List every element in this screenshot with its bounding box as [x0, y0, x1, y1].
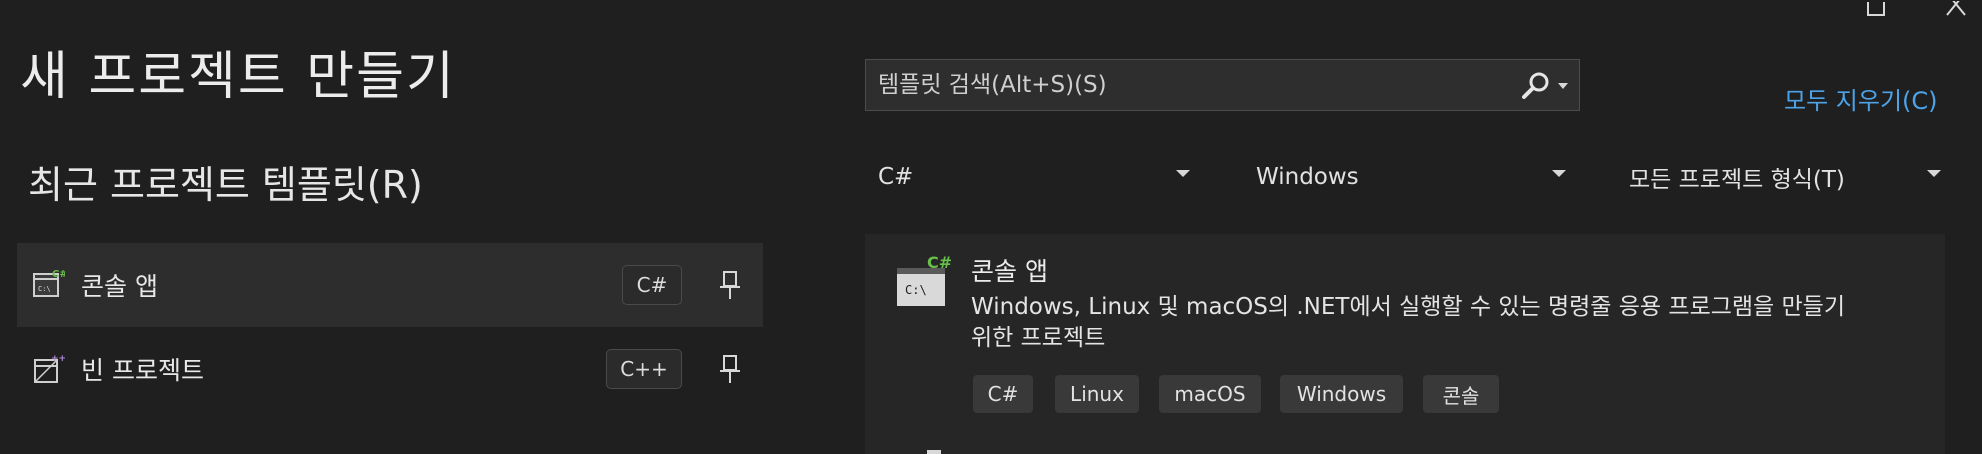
platform-filter-value: Windows — [1256, 164, 1359, 190]
template-search-box[interactable] — [865, 59, 1580, 111]
search-button[interactable] — [1521, 70, 1569, 102]
platform-filter-dropdown[interactable]: Windows — [1256, 154, 1566, 200]
chevron-down-icon — [1176, 170, 1190, 177]
svg-text:C#: C# — [52, 269, 65, 280]
template-tag: C# — [973, 375, 1033, 413]
language-filter-value: C# — [878, 164, 914, 190]
close-icon — [1946, 1, 1966, 16]
recent-template-label: 빈 프로젝트 — [81, 356, 204, 385]
template-list[interactable]: C:\ C# 콘솔 앱 Windows, Linux 및 macOS의 .NET… — [865, 234, 1945, 454]
template-search-input[interactable] — [876, 71, 1516, 99]
clear-all-link[interactable]: 모두 지우기(C) — [1784, 81, 1938, 116]
chevron-down-icon — [1552, 170, 1566, 177]
chevron-down-icon — [1927, 170, 1941, 177]
csharp-badge-text: C# — [927, 254, 951, 272]
template-tag: 콘솔 — [1423, 375, 1499, 413]
recent-template-empty-project[interactable]: ++ 빈 프로젝트 C++ — [17, 327, 763, 411]
pin-icon[interactable] — [715, 351, 745, 387]
next-template-icon-peek — [927, 450, 941, 454]
language-filter-dropdown[interactable]: C# — [878, 154, 1190, 200]
console-app-icon: C:\ C# — [897, 254, 951, 306]
chevron-down-icon — [1558, 83, 1568, 89]
recent-template-console-app[interactable]: C:\ C# 콘솔 앱 C# — [17, 243, 763, 327]
template-name: 콘솔 앱 — [971, 257, 1048, 286]
svg-text:C:\: C:\ — [38, 285, 51, 293]
template-tag: Linux — [1055, 375, 1139, 413]
recent-templates-heading: 최근 프로젝트 템플릿(R) — [28, 163, 423, 207]
page-title: 새 프로젝트 만들기 — [20, 47, 456, 107]
search-icon — [1522, 72, 1549, 99]
language-badge: C# — [622, 265, 682, 305]
language-badge: C++ — [606, 349, 682, 389]
pin-icon[interactable] — [715, 267, 745, 303]
maximize-icon — [1867, 2, 1885, 16]
maximize-button[interactable] — [1862, 0, 1890, 18]
template-description: Windows, Linux 및 macOS의 .NET에서 실행할 수 있는 … — [971, 294, 1845, 351]
close-button[interactable] — [1936, 0, 1976, 18]
template-item-console-app[interactable]: C:\ C# 콘솔 앱 Windows, Linux 및 macOS의 .NET… — [865, 234, 1945, 434]
empty-project-icon: ++ — [34, 354, 65, 383]
project-type-filter-value: 모든 프로젝트 형식(T) — [1629, 167, 1845, 193]
template-tag: macOS — [1159, 375, 1261, 413]
template-tag: Windows — [1280, 375, 1403, 413]
project-type-filter-dropdown[interactable]: 모든 프로젝트 형식(T) — [1629, 154, 1941, 200]
console-app-icon: C:\ C# — [33, 269, 65, 297]
console-screen-text: C:\ — [905, 283, 927, 297]
recent-template-label: 콘솔 앱 — [81, 272, 158, 301]
svg-text:++: ++ — [51, 354, 65, 364]
